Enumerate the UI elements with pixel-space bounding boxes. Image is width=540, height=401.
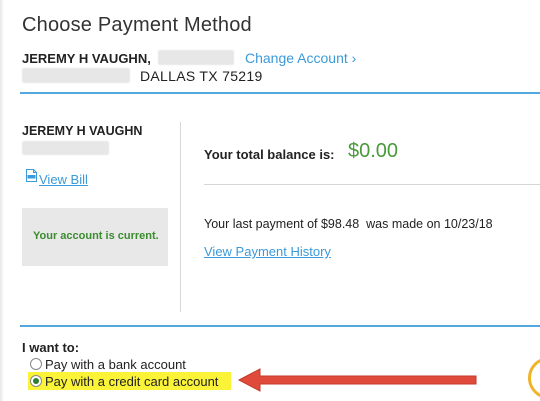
balance-value: $0.00 [348,140,399,162]
payment-page: Choose Payment Method JEREMY H VAUGHN, C… [0,0,540,401]
balance-divider [204,184,540,185]
header-divider [20,92,540,94]
redacted-account-number [158,50,234,65]
balance-label: Your total balance is: [204,147,335,162]
account-status-text: Your account is current. [33,230,159,242]
help-icon[interactable] [528,357,540,399]
view-payment-history-link[interactable]: View Payment History [204,244,331,259]
column-divider [180,122,181,312]
bank-account-label: Pay with a bank account [45,356,186,372]
change-account-link[interactable]: Change Account › [245,50,356,66]
credit-card-radio[interactable] [30,375,42,387]
pdf-icon[interactable] [26,169,37,182]
redacted-account-detail [22,141,109,155]
pay-credit-card-option[interactable]: Pay with a credit card account [30,373,218,389]
options-divider [20,325,540,327]
annotation-arrow-icon [237,368,477,392]
page-title: Choose Payment Method [22,14,252,36]
account-card-name: JEREMY H VAUGHN [22,124,143,138]
view-bill-link[interactable]: View Bill [39,172,88,187]
left-edge-shadow [0,0,4,401]
pay-bank-account-option[interactable]: Pay with a bank account [30,356,186,372]
last-payment-text: Your last payment of $98.48 was made on … [204,217,493,231]
account-name: JEREMY H VAUGHN, [22,51,151,66]
bank-account-radio[interactable] [30,358,42,370]
credit-card-label: Pay with a credit card account [45,373,219,389]
options-heading: I want to: [22,340,80,355]
address-city-state-zip: DALLAS TX 75219 [140,68,263,84]
redacted-street-address [22,68,130,83]
